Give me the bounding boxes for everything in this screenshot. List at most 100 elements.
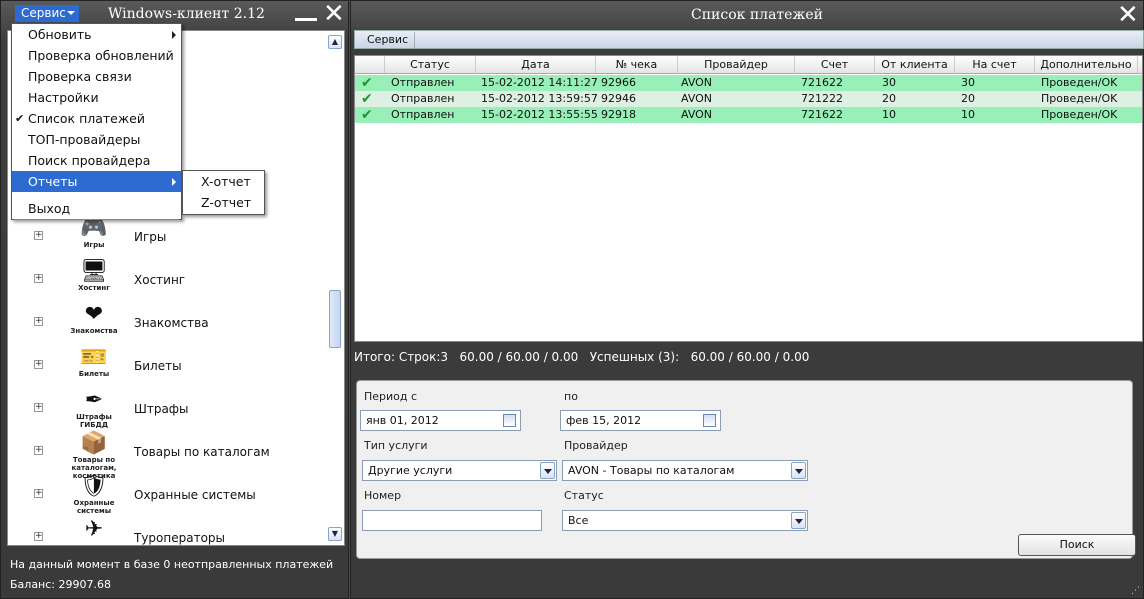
number-input[interactable] xyxy=(362,510,542,531)
category-icon-caption: Штрафы ГИБДД xyxy=(76,413,112,429)
column-header[interactable]: Дополнительно xyxy=(1035,56,1138,73)
category-icon-caption: Игры xyxy=(83,241,105,249)
cell-extra: Проведен/OK xyxy=(1041,108,1118,121)
header-spacer xyxy=(355,56,385,73)
menu-item[interactable]: Отчеты xyxy=(12,171,181,192)
success-check-icon: ✔ xyxy=(361,75,373,91)
expand-icon[interactable]: + xyxy=(34,360,43,369)
status-label: Статус xyxy=(564,489,604,502)
close-button[interactable]: ✕ xyxy=(323,1,345,27)
column-header[interactable]: № чека xyxy=(596,56,678,73)
cell-to_account: 20 xyxy=(961,92,975,105)
table-row[interactable]: ✔ Отправлен 15-02-2012 13:59:57 92946 AVON 72… xyxy=(355,91,1142,107)
menu-item-z-report[interactable]: Z-отчет xyxy=(183,192,264,213)
menu-item-label: Проверка обновлений xyxy=(28,48,174,63)
check-icon: ✔ xyxy=(15,112,25,125)
service-type-select[interactable]: Другие услуги xyxy=(362,460,557,481)
cell-to_account: 10 xyxy=(961,108,975,121)
heart-icon: ❤ Знакомства xyxy=(64,303,124,343)
menu-item-x-report[interactable]: X-отчет xyxy=(183,171,264,192)
expand-icon[interactable]: + xyxy=(34,231,43,240)
menu-item-label: Настройки xyxy=(28,90,99,105)
column-header[interactable]: От клиента xyxy=(875,56,955,73)
cell-from_client: 30 xyxy=(882,76,896,89)
cell-status: Отправлен xyxy=(391,92,455,105)
cell-date: 15-02-2012 13:55:55 xyxy=(481,108,598,121)
filter-panel: Период с по янв 01, 2012 фев 15, 2012 Ти… xyxy=(356,380,1136,559)
table-row[interactable]: ✔ Отправлен 15-02-2012 14:11:27 92966 AVON 72… xyxy=(355,75,1142,91)
column-header[interactable]: Статус xyxy=(385,56,476,73)
calendar-icon[interactable] xyxy=(703,414,716,427)
chevron-right-icon xyxy=(172,31,176,39)
service-type-label: Тип услуги xyxy=(364,439,428,452)
resize-grip-icon[interactable]: ⋰ xyxy=(1131,586,1140,596)
menu-item-label: Выход xyxy=(28,201,71,216)
chevron-down-icon[interactable] xyxy=(540,462,555,479)
scroll-down-button[interactable]: ▼ xyxy=(328,527,342,541)
cell-account: 721622 xyxy=(801,76,843,89)
service-menu-button[interactable]: Сервис xyxy=(15,5,79,22)
scrollbar[interactable]: ▲ ▼ xyxy=(328,35,342,541)
menu-item-label: Отчеты xyxy=(28,174,78,189)
cell-provider: AVON xyxy=(681,108,713,121)
category-icon-caption: Хостинг xyxy=(78,284,110,292)
expand-icon[interactable]: + xyxy=(34,403,43,412)
period-to-label: по xyxy=(564,390,578,403)
cell-receipt: 92946 xyxy=(601,92,636,105)
cell-receipt: 92918 xyxy=(601,108,636,121)
date-to-field[interactable]: фев 15, 2012 xyxy=(560,410,721,431)
cell-extra: Проведен/OK xyxy=(1041,92,1118,105)
menu-item[interactable]: Поиск провайдера xyxy=(12,150,181,171)
menu-item[interactable]: Настройки xyxy=(12,87,181,108)
search-button[interactable]: Поиск xyxy=(1018,534,1136,556)
cell-from_client: 20 xyxy=(882,92,896,105)
column-header[interactable]: Счет xyxy=(795,56,875,73)
menu-item-label: ТОП-провайдеры xyxy=(28,132,141,147)
cell-from_client: 10 xyxy=(882,108,896,121)
menu-item[interactable]: ✔ Список платежей xyxy=(12,108,181,129)
table-header: Статус Дата № чека Провайдер Счет От кли… xyxy=(355,56,1142,74)
pending-status: На данный момент в базе 0 неотправленных… xyxy=(10,558,334,571)
column-header[interactable]: На счет xyxy=(955,56,1035,73)
menu-item[interactable]: Выход xyxy=(12,198,181,219)
category-label: Игры xyxy=(134,230,167,244)
chevron-down-icon[interactable] xyxy=(791,462,806,479)
menu-item[interactable]: Проверка обновлений xyxy=(12,45,181,66)
chevron-down-icon[interactable] xyxy=(791,512,806,529)
shield-icon: 🛡 Охранные системы xyxy=(64,475,124,516)
expand-icon[interactable]: + xyxy=(34,317,43,326)
expand-icon[interactable]: + xyxy=(34,532,43,541)
scroll-up-button[interactable]: ▲ xyxy=(328,35,342,49)
column-header[interactable]: Провайдер xyxy=(678,56,795,73)
period-from-label: Период с xyxy=(364,390,418,403)
close-button[interactable]: ✕ xyxy=(1117,2,1139,28)
category-label: Хостинг xyxy=(134,273,186,287)
toolbar-service-button[interactable]: Сервис xyxy=(361,32,416,48)
provider-label: Провайдер xyxy=(564,439,628,452)
table-row[interactable]: ✔ Отправлен 15-02-2012 13:55:55 92918 AVON 72… xyxy=(355,107,1142,123)
expand-icon[interactable]: + xyxy=(34,446,43,455)
balance: Баланс: 29907.68 xyxy=(10,578,111,591)
cell-account: 721622 xyxy=(801,108,843,121)
category-label: Товары по каталогам xyxy=(134,445,270,459)
expand-icon[interactable]: + xyxy=(34,489,43,498)
window-title: Список платежей xyxy=(691,7,823,23)
cell-date: 15-02-2012 14:11:27 xyxy=(481,76,598,89)
scroll-thumb[interactable] xyxy=(329,290,341,348)
menu-item[interactable]: Обновить xyxy=(12,24,181,45)
window-title: Windows-клиент 2.12 xyxy=(108,6,265,22)
column-header[interactable]: Дата xyxy=(476,56,596,73)
toolbar: Сервис xyxy=(354,30,1144,49)
minimize-button[interactable] xyxy=(295,18,317,21)
date-from-field[interactable]: янв 01, 2012 xyxy=(360,410,521,431)
menu-item[interactable]: ТОП-провайдеры xyxy=(12,129,181,150)
provider-select[interactable]: AVON - Товары по каталогам xyxy=(562,460,808,481)
totals-line: Итого: Строк:3 60.00 / 60.00 / 0.00 Успе… xyxy=(354,350,810,364)
service-dropdown-menu: Обновить Проверка обновлений Проверка связ… xyxy=(11,23,182,220)
status-select[interactable]: Все xyxy=(562,510,808,531)
success-check-icon: ✔ xyxy=(361,91,373,107)
calendar-icon[interactable] xyxy=(503,414,516,427)
number-label: Номер xyxy=(364,489,402,502)
menu-item[interactable]: Проверка связи xyxy=(12,66,181,87)
expand-icon[interactable]: + xyxy=(34,274,43,283)
